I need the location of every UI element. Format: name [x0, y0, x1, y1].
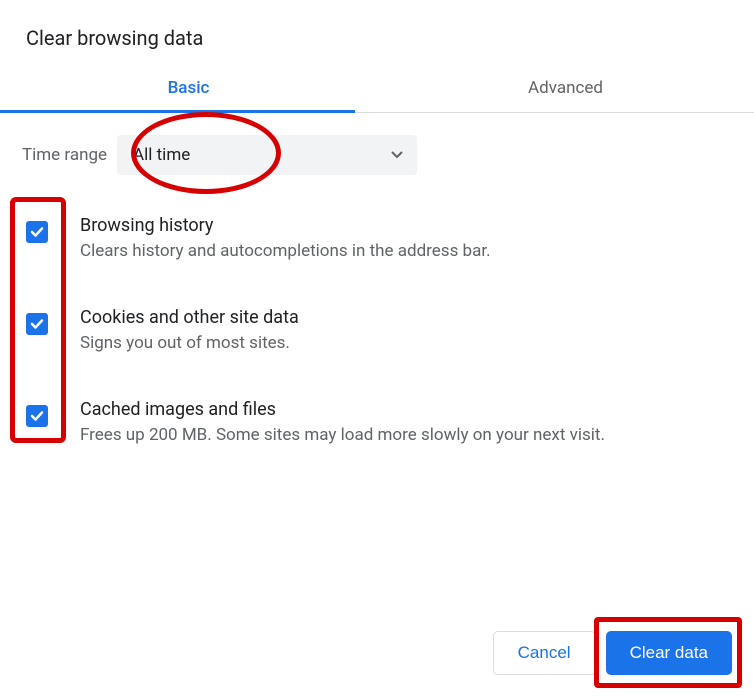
option-text: Cached images and files Frees up 200 MB.… [80, 399, 605, 447]
time-range-select[interactable]: All time [117, 135, 417, 175]
option-browsing-history: Browsing history Clears history and auto… [22, 215, 732, 263]
time-range-value: All time [133, 145, 190, 165]
option-title: Cached images and files [80, 399, 605, 420]
option-title: Cookies and other site data [80, 307, 299, 328]
checkbox-cache[interactable] [26, 405, 48, 427]
option-text: Browsing history Clears history and auto… [80, 215, 491, 263]
checkbox-cookies[interactable] [26, 313, 48, 335]
footer: Cancel Clear data [493, 631, 732, 675]
option-desc: Signs you out of most sites. [80, 332, 299, 355]
chevron-down-icon [391, 151, 403, 159]
clear-data-button[interactable]: Clear data [606, 631, 732, 675]
option-text: Cookies and other site data Signs you ou… [80, 307, 299, 355]
option-cookies: Cookies and other site data Signs you ou… [22, 307, 732, 355]
checkbox-browsing-history[interactable] [26, 221, 48, 243]
time-range-label: Time range [22, 145, 107, 165]
content: Time range All time Browsing history Cle… [0, 113, 754, 447]
time-range-row: Time range All time [22, 135, 732, 175]
tab-advanced[interactable]: Advanced [377, 68, 754, 112]
option-cache: Cached images and files Frees up 200 MB.… [22, 399, 732, 447]
tabs: Basic Advanced [0, 68, 754, 113]
dialog-title: Clear browsing data [0, 0, 754, 68]
option-title: Browsing history [80, 215, 491, 236]
option-desc: Frees up 200 MB. Some sites may load mor… [80, 424, 605, 447]
cancel-button[interactable]: Cancel [493, 631, 596, 675]
tab-basic[interactable]: Basic [0, 68, 377, 112]
option-desc: Clears history and autocompletions in th… [80, 240, 491, 263]
